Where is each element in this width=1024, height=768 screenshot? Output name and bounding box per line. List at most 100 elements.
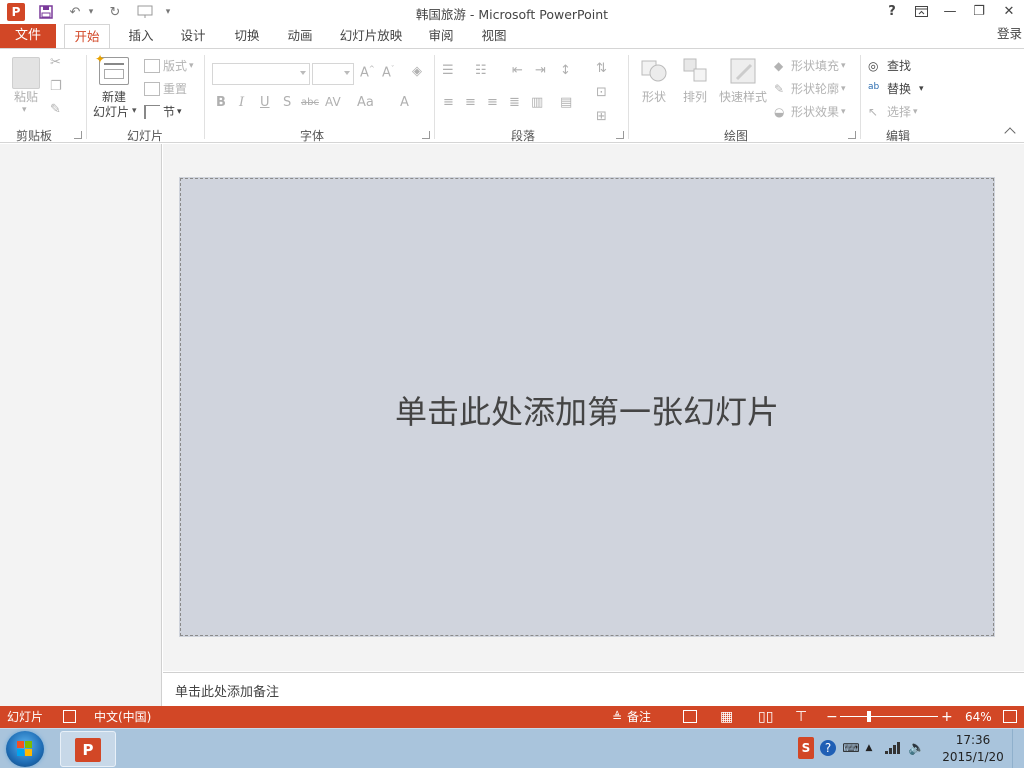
copy-icon[interactable]: ❐ xyxy=(50,79,62,94)
minimize-button[interactable]: — xyxy=(936,0,964,22)
section-button[interactable]: 节 ▾ xyxy=(144,103,182,120)
new-slide-button[interactable]: 幻灯片 xyxy=(88,105,134,120)
save-icon[interactable] xyxy=(34,2,58,22)
align-right-icon[interactable]: ≡ xyxy=(487,95,498,110)
notes-pane[interactable]: 单击此处添加备注 xyxy=(163,672,1024,706)
arrange-button[interactable]: 排列 xyxy=(677,90,713,105)
tab-animations[interactable]: 动画 xyxy=(279,24,321,48)
taskbar-clock[interactable]: 17:36 2015/1/20 xyxy=(938,732,1008,766)
normal-view-icon[interactable] xyxy=(683,710,697,723)
network-icon[interactable] xyxy=(884,737,902,759)
justify-icon[interactable]: ≣ xyxy=(509,95,520,110)
start-slideshow-icon[interactable] xyxy=(134,2,156,22)
drawing-launcher-icon[interactable] xyxy=(848,131,856,139)
new-slide-label-1[interactable]: 新建 xyxy=(90,90,138,105)
undo-icon[interactable]: ↶ xyxy=(64,2,86,22)
slide-sorter-icon[interactable]: ▦ xyxy=(720,706,733,728)
align-text-icon[interactable]: ⊡ xyxy=(596,85,607,100)
show-hidden-icons-icon[interactable]: ▲ xyxy=(862,737,876,759)
find-button[interactable]: ◎ 查找 xyxy=(868,57,911,74)
bold-button[interactable]: B xyxy=(216,95,226,110)
slide-thumbnail-pane[interactable] xyxy=(0,144,162,706)
distributed-icon[interactable]: ▥ xyxy=(531,95,543,110)
volume-icon[interactable]: 🔈 xyxy=(908,737,926,759)
decrease-font-size-icon[interactable]: Aˇ xyxy=(382,65,394,80)
notes-toggle-button[interactable]: 备注 xyxy=(627,706,651,728)
italic-button[interactable]: I xyxy=(239,95,244,110)
sign-in-link[interactable]: 登录 xyxy=(997,24,1022,44)
paste-dropdown-icon[interactable]: ▾ xyxy=(22,105,27,115)
text-direction-icon[interactable]: ⇅ xyxy=(596,61,607,76)
align-center-icon[interactable]: ≡ xyxy=(465,95,476,110)
collapse-ribbon-icon[interactable] xyxy=(1004,127,1016,139)
replace-button[interactable]: ab 替换 ▾ xyxy=(868,80,924,97)
tab-home[interactable]: 开始 xyxy=(64,24,110,49)
line-spacing-icon[interactable]: ↕ xyxy=(560,63,571,78)
slideshow-view-icon[interactable]: ⊤ xyxy=(795,706,807,728)
zoom-slider-thumb[interactable] xyxy=(867,711,871,722)
tray-icon[interactable]: ⌨ xyxy=(842,737,859,759)
quick-styles-icon[interactable] xyxy=(729,57,759,87)
tab-view[interactable]: 视图 xyxy=(473,24,515,48)
customize-qat-icon[interactable]: ▾ xyxy=(162,2,174,22)
powerpoint-app-icon[interactable]: P xyxy=(7,3,25,21)
arrange-icon[interactable] xyxy=(682,57,710,87)
restore-button[interactable]: ❐ xyxy=(965,0,993,22)
zoom-out-button[interactable]: − xyxy=(826,706,838,728)
new-slide-dropdown-icon[interactable]: ▾ xyxy=(132,106,137,116)
bullets-icon[interactable]: ☰ xyxy=(442,63,454,78)
strikethrough-button[interactable]: abc xyxy=(301,97,319,108)
help-button[interactable]: ? xyxy=(878,0,906,22)
underline-button[interactable]: U xyxy=(260,95,270,110)
help-tray-icon[interactable]: ? xyxy=(820,740,836,756)
increase-indent-icon[interactable]: ⇥ xyxy=(535,63,546,78)
reading-view-icon[interactable]: ▯▯ xyxy=(758,706,773,728)
fit-to-window-icon[interactable] xyxy=(1003,710,1017,723)
increase-font-size-icon[interactable]: A^ xyxy=(360,65,375,80)
slide-canvas[interactable]: 单击此处添加第一张幻灯片 xyxy=(179,177,995,637)
tab-transitions[interactable]: 切换 xyxy=(226,24,268,48)
font-launcher-icon[interactable] xyxy=(422,131,430,139)
ribbon-display-options-icon[interactable] xyxy=(907,0,935,22)
shapes-button[interactable]: 形状 xyxy=(636,90,672,105)
smartart-icon[interactable]: ⊞ xyxy=(596,109,607,124)
add-first-slide-placeholder[interactable]: 单击此处添加第一张幻灯片 xyxy=(181,387,993,433)
sogou-ime-icon[interactable]: S xyxy=(798,737,814,759)
columns-icon[interactable]: ▤ xyxy=(560,95,572,110)
notes-placeholder[interactable]: 单击此处添加备注 xyxy=(175,681,279,700)
redo-icon[interactable]: ↻ xyxy=(104,2,126,22)
clipboard-launcher-icon[interactable] xyxy=(74,131,82,139)
tab-file[interactable]: 文件 xyxy=(0,24,56,48)
font-name-combo[interactable] xyxy=(212,63,310,85)
zoom-slider[interactable] xyxy=(840,716,938,717)
quick-styles-button[interactable]: 快速样式 xyxy=(716,90,770,105)
character-spacing-button[interactable]: AV xyxy=(325,95,341,109)
shape-effects-button[interactable]: ◒ 形状效果 ▾ xyxy=(774,103,846,120)
shape-outline-button[interactable]: ✎ 形状轮廓 ▾ xyxy=(774,80,846,97)
paste-button[interactable]: 粘贴 xyxy=(8,90,44,105)
shapes-icon[interactable] xyxy=(640,57,668,87)
reset-button[interactable]: 重置 xyxy=(144,80,187,97)
new-slide-icon[interactable]: ✦ xyxy=(95,52,129,85)
zoom-in-button[interactable]: + xyxy=(941,706,953,728)
decrease-indent-icon[interactable]: ⇤ xyxy=(512,63,523,78)
language-indicator[interactable]: 中文(中国) xyxy=(94,706,151,728)
text-shadow-button[interactable]: S xyxy=(283,95,291,110)
paste-icon[interactable] xyxy=(12,57,40,89)
tab-slideshow[interactable]: 幻灯片放映 xyxy=(334,24,408,48)
tab-review[interactable]: 审阅 xyxy=(420,24,462,48)
align-left-icon[interactable]: ≡ xyxy=(443,95,454,110)
show-desktop-button[interactable] xyxy=(1012,729,1024,768)
font-size-combo[interactable] xyxy=(312,63,354,85)
shape-fill-button[interactable]: ◆ 形状填充 ▾ xyxy=(774,57,846,74)
spell-check-icon[interactable] xyxy=(63,710,76,723)
tab-insert[interactable]: 插入 xyxy=(120,24,162,48)
cut-icon[interactable]: ✂ xyxy=(50,55,61,70)
clear-formatting-icon[interactable]: ◈ xyxy=(412,64,422,79)
taskbar-powerpoint-button[interactable]: P xyxy=(60,731,116,767)
tab-design[interactable]: 设计 xyxy=(172,24,214,48)
start-button[interactable] xyxy=(6,731,44,767)
change-case-button[interactable]: Aa xyxy=(357,95,374,110)
close-button[interactable]: ✕ xyxy=(995,0,1023,22)
paragraph-launcher-icon[interactable] xyxy=(616,131,624,139)
